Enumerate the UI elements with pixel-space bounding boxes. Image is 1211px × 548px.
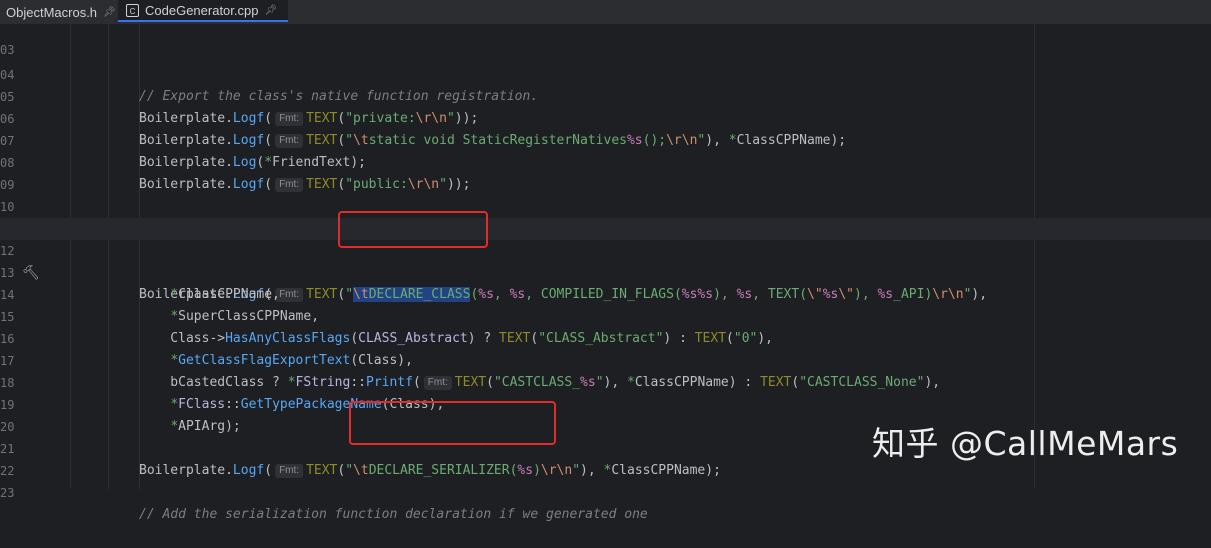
code-line[interactable]: 06 Boilerplate.Logf(Fmt: TEXT("\tstatic v… — [0, 86, 1211, 148]
code-line[interactable]: 18 *FClass::GetTypePackageName(Class), — [0, 350, 1211, 412]
tab-label: CodeGenerator.cpp — [145, 2, 259, 18]
pin-icon[interactable]: 📌︎ — [264, 5, 277, 16]
code-line[interactable]: 14 *SuperClassCPPName, — [0, 262, 1211, 324]
cpp-file-icon: C — [126, 3, 139, 17]
pin-icon[interactable]: 📌︎ — [103, 7, 116, 18]
code-line[interactable]: 04 // Export the class's native function… — [0, 42, 1211, 104]
code-line[interactable]: 19 *APIArg); — [0, 372, 1211, 434]
code-line[interactable]: 15 Class->HasAnyClassFlags(CLASS_Abstrac… — [0, 284, 1211, 346]
code-line[interactable]: 16 *GetClassFlagExportText(Class), — [0, 306, 1211, 368]
code-line[interactable]: 07 Boilerplate.Log(*FriendText); — [0, 108, 1211, 170]
code-line-current[interactable]: 12 🔨︎ Boilerplate.Logf(Fmt: TEXT("\tDECLA… — [0, 218, 1211, 302]
highlight-box-declare-class — [338, 211, 488, 248]
code-line[interactable]: 08 Boilerplate.Logf(Fmt: TEXT("public:\r\… — [0, 130, 1211, 192]
code-line[interactable]: 17 bCastedClass ? *FString::Printf(Fmt: T… — [0, 328, 1211, 390]
code-line[interactable]: 10 const bool bCastedClass = Class->HasA… — [0, 174, 1211, 236]
code-line[interactable]: 09 — [0, 152, 1211, 192]
code-comment: // Add the serialization function declar… — [139, 507, 648, 522]
line-number: 23 — [0, 486, 15, 500]
highlight-box-declare-serializer — [349, 401, 556, 445]
watermark-text: 知乎 @CallMeMars — [872, 424, 1179, 463]
code-line[interactable]: 03 — [0, 17, 1211, 57]
code-line[interactable]: 05 Boilerplate.Logf(Fmt: TEXT("private:\r… — [0, 64, 1211, 126]
code-line[interactable]: 13 *ClassCPPName, — [0, 240, 1211, 302]
code-line[interactable]: 11 — [0, 196, 1211, 236]
code-line[interactable]: 20 — [0, 394, 1211, 434]
